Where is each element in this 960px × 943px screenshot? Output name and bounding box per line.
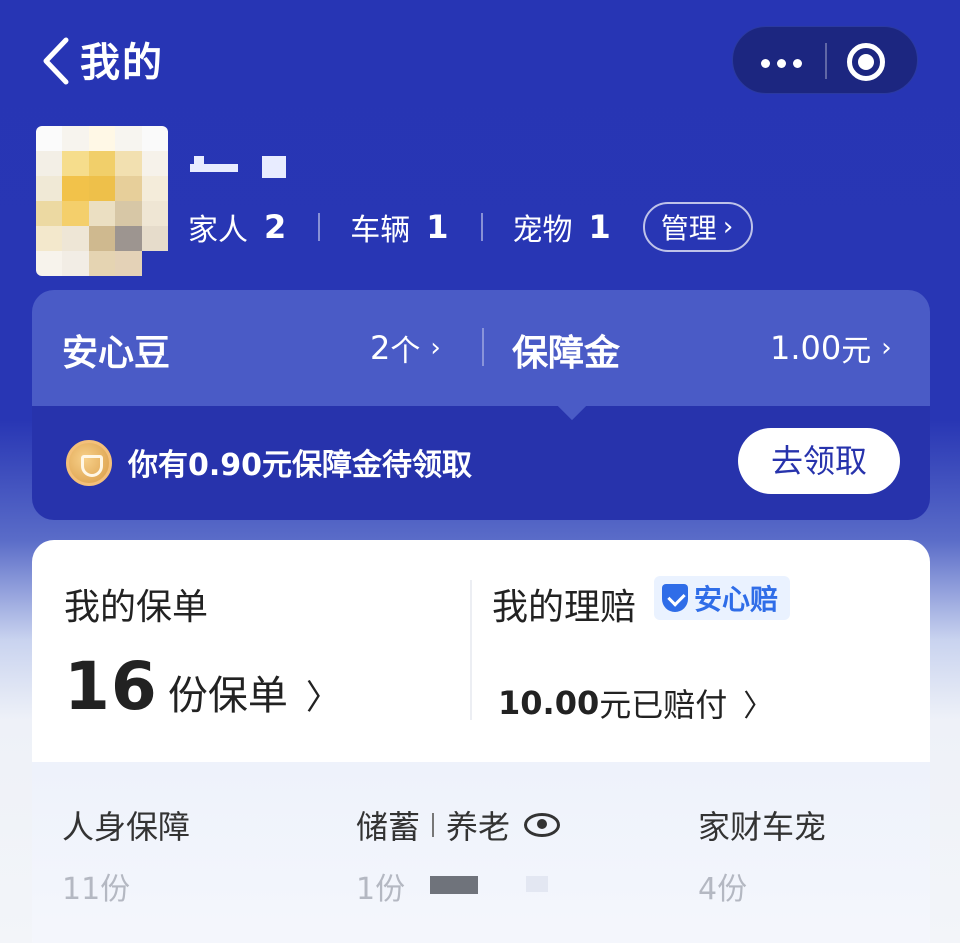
claim-amount-link[interactable]: 10.00 元已赔付 〉 [498, 680, 773, 726]
category-name-divider [432, 813, 435, 837]
fund-label: 保障金 [512, 333, 621, 374]
top-nav-bar: 我的 [0, 0, 960, 120]
avatar[interactable] [36, 126, 168, 276]
beans-unit: 个 [390, 334, 421, 369]
fund-value-link[interactable]: 1.00 元 › [770, 326, 892, 370]
redacted-block [526, 876, 548, 892]
fund-value: 1.00 [770, 329, 842, 367]
category-property-count: 4份 [698, 872, 748, 907]
more-dot-icon [761, 59, 770, 68]
policy-count: 16 [64, 648, 158, 725]
stat-vehicle[interactable]: 车辆 1 [350, 205, 448, 249]
category-personal-count: 11份 [62, 872, 131, 907]
stat-pet[interactable]: 宠物 1 [513, 205, 611, 249]
stat-pet-label: 宠物 [512, 213, 573, 248]
card-divider [470, 580, 472, 720]
chevron-right-icon: › [722, 212, 734, 242]
assets-card: 安心豆 2 个 › 保障金 1.00 元 › 你有0.90元保障金待领取 去领取 [32, 290, 930, 520]
capsule-divider [825, 43, 827, 79]
stat-pet-count: 1 [588, 208, 611, 246]
policy-count-link[interactable]: 16 份保单 〉 [64, 648, 340, 725]
more-options-button[interactable] [755, 41, 823, 81]
manage-label: 管理 [660, 212, 717, 245]
more-dot-icon [793, 59, 802, 68]
mini-program-capsule [732, 26, 918, 94]
stat-vehicle-label: 车辆 [350, 213, 411, 248]
heart-coin-icon [66, 440, 112, 486]
close-mini-program-button[interactable] [845, 41, 887, 83]
category-personal-name: 人身保障 [62, 808, 191, 846]
policy-card: 我的保单 16 份保单 〉 我的理赔 安心赔 10.00 元已赔付 〉 人身保障… [32, 540, 930, 943]
category-property-name: 家财车宠 [698, 808, 827, 846]
page-title: 我的 [80, 40, 164, 86]
category-personal[interactable]: 人身保障 11份 [62, 802, 190, 908]
my-claims-title: 我的理赔 [492, 587, 637, 628]
claim-amount-suffix: 元已赔付 [599, 686, 728, 724]
stat-family-label: 家人 [188, 213, 248, 248]
category-savings-name-a: 储蓄 [356, 808, 421, 846]
category-savings-name-b: 养老 [446, 808, 511, 846]
stat-family[interactable]: 家人 2 [188, 205, 286, 249]
chevron-right-icon: › [430, 333, 441, 363]
stat-vehicle-count: 1 [426, 208, 449, 246]
target-dot-icon [858, 54, 874, 70]
assets-divider [482, 328, 484, 366]
shield-icon [662, 584, 688, 612]
back-arrow-icon[interactable] [38, 34, 74, 88]
stat-divider [318, 213, 321, 241]
chevron-right-icon: 〉 [743, 689, 774, 724]
chevron-right-icon: 〉 [305, 678, 340, 718]
anxinpei-badge: 安心赔 [654, 576, 791, 620]
category-property[interactable]: 家财车宠 4份 [698, 802, 826, 908]
claim-fund-button[interactable]: 去领取 [738, 428, 900, 494]
pending-fund-notice: 你有0.90元保障金待领取 [128, 448, 473, 483]
claim-amount-value: 10.00 [498, 684, 600, 722]
eye-icon[interactable] [524, 813, 561, 837]
category-savings-name: 储蓄 养老 [356, 802, 561, 848]
beans-value: 2 [370, 329, 391, 367]
manage-button[interactable]: 管理 › [642, 202, 754, 252]
beans-label: 安心豆 [62, 333, 171, 374]
family-stats-row: 家人 2 车辆 1 宠物 1 管理 › [188, 202, 754, 252]
policy-count-unit: 份保单 [167, 673, 288, 719]
username-redacted [190, 156, 290, 180]
badge-label: 安心赔 [694, 583, 779, 616]
redacted-block [430, 876, 478, 894]
chevron-right-icon: › [881, 333, 892, 363]
my-policies-title: 我的保单 [64, 587, 209, 628]
fund-unit: 元 [841, 334, 872, 369]
beans-value-link[interactable]: 2 个 › [370, 326, 441, 370]
stat-divider [480, 213, 483, 241]
more-dot-icon [777, 59, 786, 68]
stat-family-count: 2 [264, 208, 287, 246]
